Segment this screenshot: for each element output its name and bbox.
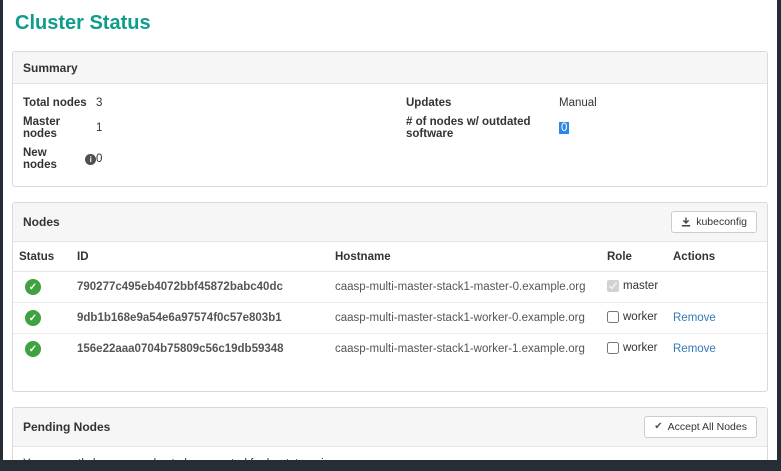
- role-checkbox[interactable]: [607, 342, 619, 354]
- remove-node-link[interactable]: Remove: [673, 343, 716, 355]
- nodes-table-header-row: Status ID Hostname Role Actions: [13, 242, 767, 272]
- new-nodes-label-text: New nodes: [23, 147, 81, 171]
- column-header-role: Role: [601, 242, 667, 272]
- summary-left-column: Total nodes 3 Master nodes 1 New nodes i…: [23, 97, 406, 178]
- summary-row-new-nodes: New nodes i 0: [23, 147, 406, 171]
- remove-node-link[interactable]: Remove: [673, 312, 716, 324]
- summary-row-total-nodes: Total nodes 3: [23, 97, 406, 109]
- role-checkbox[interactable]: [607, 311, 619, 323]
- nodes-table: Status ID Hostname Role Actions ✓ 790277…: [13, 242, 767, 364]
- node-hostname: caasp-multi-master-stack1-master-0.examp…: [329, 272, 601, 303]
- page-title: Cluster Status: [15, 12, 768, 35]
- summary-row-updates: Updates Manual: [406, 97, 757, 109]
- pending-nodes-message: You currently have no nodes to be accept…: [13, 447, 767, 460]
- role-cell: worker: [607, 311, 658, 323]
- table-row: ✓ 790277c495eb4072bbf45872babc40dc caasp…: [13, 272, 767, 303]
- role-label: worker: [623, 342, 658, 354]
- role-label: master: [623, 280, 658, 292]
- status-ok-icon: ✓: [25, 341, 41, 357]
- outdated-software-label: # of nodes w/ outdated software: [406, 116, 559, 140]
- summary-body: Total nodes 3 Master nodes 1 New nodes i…: [13, 84, 767, 186]
- role-checkbox: [607, 280, 619, 292]
- node-id: 790277c495eb4072bbf45872babc40dc: [71, 272, 329, 303]
- outdated-software-value: 0: [559, 122, 569, 134]
- pending-nodes-panel-title: Pending Nodes: [23, 420, 110, 434]
- node-id: 156e22aaa0704b75809c56c19db59348: [71, 334, 329, 365]
- kubeconfig-button-label: kubeconfig: [696, 216, 747, 228]
- actions-cell: Remove: [667, 334, 767, 365]
- column-header-actions: Actions: [667, 242, 767, 272]
- node-id: 9db1b168e9a54e6a97574f0c57e803b1: [71, 303, 329, 334]
- kubeconfig-button[interactable]: kubeconfig: [671, 211, 757, 233]
- status-ok-icon: ✓: [25, 279, 41, 295]
- accept-all-nodes-button[interactable]: ✔ Accept All Nodes: [644, 416, 757, 438]
- node-hostname: caasp-multi-master-stack1-worker-1.examp…: [329, 334, 601, 365]
- actions-cell: [667, 272, 767, 303]
- table-row: ✓ 156e22aaa0704b75809c56c19db59348 caasp…: [13, 334, 767, 365]
- updates-label: Updates: [406, 97, 559, 109]
- column-header-hostname: Hostname: [329, 242, 601, 272]
- master-nodes-label: Master nodes: [23, 116, 96, 140]
- summary-row-outdated: # of nodes w/ outdated software 0: [406, 116, 757, 140]
- check-icon: ✔: [654, 422, 662, 432]
- summary-right-column: Updates Manual # of nodes w/ outdated so…: [406, 97, 757, 178]
- table-row: ✓ 9db1b168e9a54e6a97574f0c57e803b1 caasp…: [13, 303, 767, 334]
- summary-panel-header: Summary: [13, 52, 767, 84]
- updates-value: Manual: [559, 97, 597, 109]
- status-ok-icon: ✓: [25, 310, 41, 326]
- summary-row-master-nodes: Master nodes 1: [23, 116, 406, 140]
- cluster-status-page: Cluster Status Summary Total nodes 3 Mas…: [3, 0, 777, 460]
- nodes-panel-title: Nodes: [23, 215, 60, 229]
- nodes-panel: Nodes kubeconfig Status ID: [12, 202, 768, 392]
- role-cell: worker: [607, 342, 658, 354]
- nodes-panel-header: Nodes kubeconfig: [13, 203, 767, 242]
- column-header-id: ID: [71, 242, 329, 272]
- download-icon: [681, 217, 691, 227]
- column-header-status: Status: [13, 242, 71, 272]
- node-hostname: caasp-multi-master-stack1-worker-0.examp…: [329, 303, 601, 334]
- role-label: worker: [623, 311, 658, 323]
- total-nodes-value: 3: [96, 97, 102, 109]
- accept-all-nodes-button-label: Accept All Nodes: [668, 421, 747, 433]
- pending-nodes-panel: Pending Nodes ✔ Accept All Nodes You cur…: [12, 407, 768, 460]
- actions-cell: Remove: [667, 303, 767, 334]
- total-nodes-label: Total nodes: [23, 97, 96, 109]
- summary-panel: Summary Total nodes 3 Master nodes 1 New…: [12, 51, 768, 187]
- pending-nodes-panel-header: Pending Nodes ✔ Accept All Nodes: [13, 408, 767, 447]
- summary-panel-title: Summary: [23, 61, 78, 75]
- new-nodes-label: New nodes i: [23, 147, 96, 171]
- role-cell: master: [607, 280, 658, 292]
- new-nodes-value: 0: [96, 153, 102, 165]
- info-icon: i: [85, 154, 96, 165]
- nodes-table-container: Status ID Hostname Role Actions ✓ 790277…: [13, 242, 767, 391]
- master-nodes-value: 1: [96, 122, 102, 134]
